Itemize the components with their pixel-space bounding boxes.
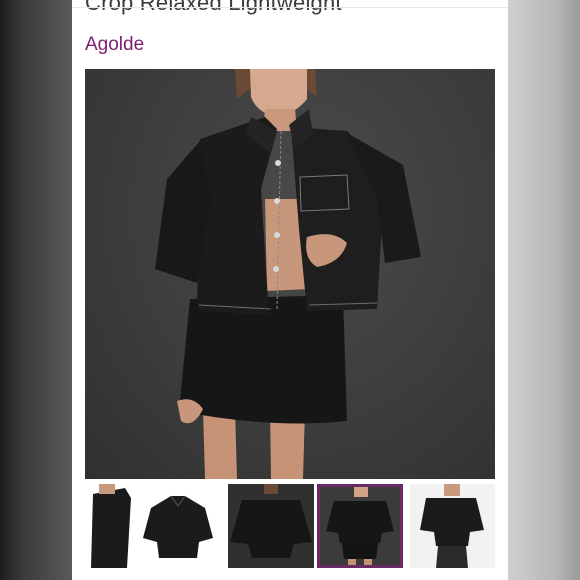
thumbnail-model-back-view[interactable] <box>228 484 314 568</box>
thumbnail-strip <box>85 484 495 570</box>
brand-link[interactable]: Agolde <box>85 34 144 56</box>
product-panel: Crop Relaxed Lightweight Agolde <box>72 0 508 580</box>
thumbnail-image <box>137 484 219 568</box>
header-divider <box>72 7 508 8</box>
model-photo <box>155 69 421 479</box>
main-product-image[interactable] <box>85 69 495 479</box>
background-right <box>508 0 580 580</box>
thumbnail-image <box>410 484 495 568</box>
background-left <box>0 0 72 580</box>
thumbnail-shirt-flat-lay[interactable] <box>137 484 219 568</box>
thumbnail-image <box>320 487 400 565</box>
thumbnail-model-front-view[interactable] <box>317 484 403 568</box>
thumbnail-model-with-jeans[interactable] <box>410 484 495 568</box>
product-title: Crop Relaxed Lightweight <box>85 0 342 15</box>
thumbnail-image <box>228 484 314 568</box>
